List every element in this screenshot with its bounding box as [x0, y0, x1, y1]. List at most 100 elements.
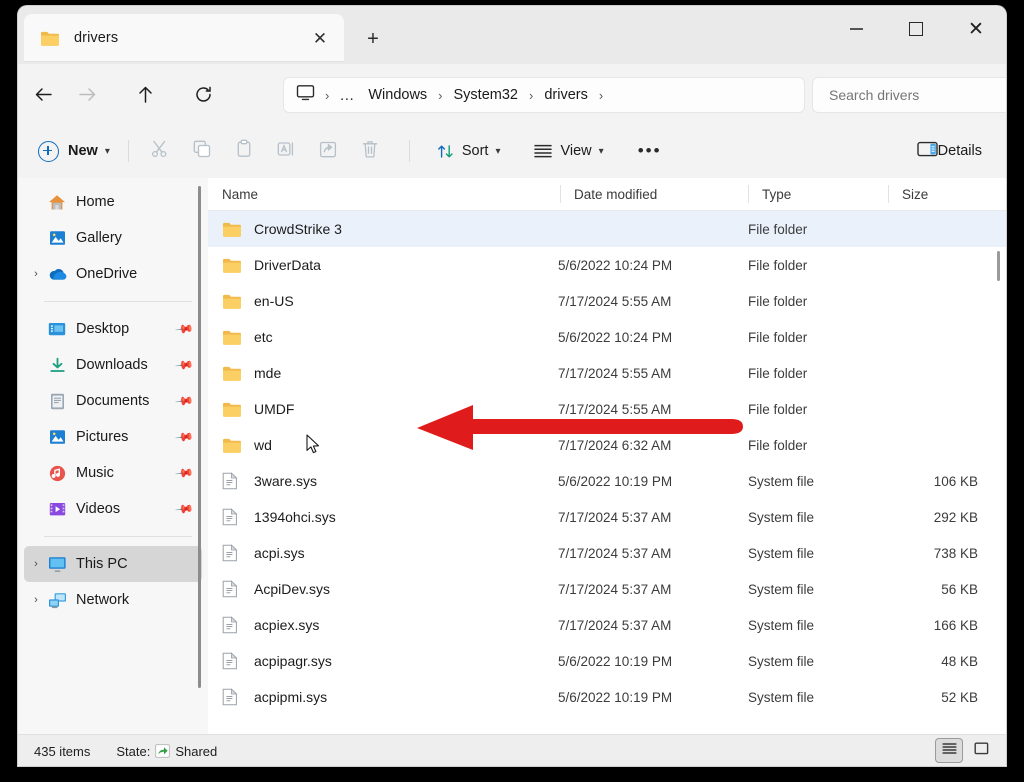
breadcrumb-separator-3[interactable]: ›	[525, 88, 537, 103]
column-divider[interactable]	[888, 185, 889, 203]
cut-button[interactable]	[139, 134, 181, 168]
sidebar-item-downloads[interactable]: › Downloads 📌	[24, 347, 202, 383]
file-name-cell: AcpiDev.sys	[222, 580, 562, 598]
delete-button[interactable]	[349, 134, 391, 168]
file-list-scrollbar-thumb[interactable]	[997, 251, 1000, 281]
file-name-cell: etc	[222, 328, 562, 346]
column-header-date-modified[interactable]: Date modified	[560, 178, 748, 210]
file-list-scrollbar[interactable]	[994, 211, 1004, 734]
paste-button[interactable]	[223, 134, 265, 168]
sidebar-item-network[interactable]: › Network	[24, 582, 202, 618]
table-row[interactable]: mde 7/17/2024 5:55 AM File folder	[208, 355, 1006, 391]
chevron-right-icon[interactable]: ›	[26, 594, 46, 606]
pin-icon[interactable]: 📌	[174, 499, 194, 519]
breadcrumb-overflow-button[interactable]: …	[333, 87, 361, 104]
new-button[interactable]: New ▾	[32, 134, 118, 168]
content-area: › Home ›	[18, 178, 1006, 734]
sidebar-item-desktop[interactable]: › Desktop 📌	[24, 311, 202, 347]
sidebar-item-videos[interactable]: › Videos 📌	[24, 491, 202, 527]
pictures-icon	[46, 428, 68, 446]
table-row[interactable]: UMDF 7/17/2024 5:55 AM File folder	[208, 391, 1006, 427]
breadcrumb-item-windows[interactable]: Windows	[361, 84, 434, 106]
sidebar-scrollbar[interactable]	[198, 186, 201, 688]
table-row[interactable]: DriverData 5/6/2022 10:24 PM File folder	[208, 247, 1006, 283]
file-name-label: acpi.sys	[254, 545, 305, 561]
sidebar-item-music[interactable]: › Music 📌	[24, 455, 202, 491]
view-button[interactable]: View ▾	[525, 134, 612, 168]
search-input[interactable]	[827, 86, 1001, 104]
file-name-cell: acpi.sys	[222, 544, 562, 562]
table-row[interactable]: 1394ohci.sys 7/17/2024 5:37 AM System file…	[208, 499, 1006, 535]
table-row[interactable]: acpipmi.sys 5/6/2022 10:19 PM System file 5…	[208, 679, 1006, 715]
table-row[interactable]: AcpiDev.sys 7/17/2024 5:37 AM System file 5…	[208, 571, 1006, 607]
sidebar-divider-2	[44, 536, 192, 537]
sidebar-item-gallery[interactable]: › Gallery	[24, 220, 202, 256]
column-header-name[interactable]: Name ⌃	[208, 178, 560, 210]
breadcrumb-separator-4[interactable]: ›	[595, 88, 607, 103]
table-row[interactable]: acpiex.sys 7/17/2024 5:37 AM System file 16…	[208, 607, 1006, 643]
breadcrumb-separator-2[interactable]: ›	[434, 88, 446, 103]
sidebar-item-this-pc[interactable]: › This PC	[24, 546, 202, 582]
rename-button[interactable]	[265, 134, 307, 168]
column-divider[interactable]	[560, 185, 561, 203]
close-window-button[interactable]: ✕	[946, 6, 1006, 52]
minimize-button[interactable]	[826, 6, 886, 52]
refresh-button[interactable]	[184, 77, 222, 111]
details-pane-button[interactable]: Details	[907, 134, 992, 168]
file-date-cell: 5/6/2022 10:19 PM	[558, 653, 673, 669]
folder-icon	[222, 328, 244, 346]
file-name-label: mde	[254, 365, 282, 381]
sidebar-item-home[interactable]: › Home	[24, 184, 202, 220]
chevron-down-icon: ▾	[104, 145, 110, 157]
chevron-right-icon[interactable]: ›	[26, 558, 46, 570]
tab-close-icon[interactable]: ✕	[308, 26, 332, 50]
table-row[interactable]: wd 7/17/2024 6:32 AM File folder	[208, 427, 1006, 463]
share-button[interactable]	[307, 134, 349, 168]
table-row[interactable]: acpipagr.sys 5/6/2022 10:19 PM System file…	[208, 643, 1006, 679]
back-button[interactable]	[24, 77, 62, 111]
column-divider[interactable]	[748, 185, 749, 203]
copy-button[interactable]	[181, 134, 223, 168]
pin-icon[interactable]: 📌	[174, 319, 194, 339]
file-name-cell: acpiex.sys	[222, 616, 562, 634]
breadcrumb-item-system32[interactable]: System32	[447, 84, 525, 106]
maximize-button[interactable]	[886, 6, 946, 52]
pin-icon[interactable]: 📌	[174, 355, 194, 375]
folder-icon	[222, 436, 244, 454]
table-row[interactable]: etc 5/6/2022 10:24 PM File folder	[208, 319, 1006, 355]
search-box[interactable]	[813, 78, 1006, 112]
file-name-label: en-US	[254, 293, 294, 309]
pin-icon[interactable]: 📌	[174, 391, 194, 411]
refresh-icon	[194, 85, 213, 104]
toolbar-divider	[127, 140, 129, 162]
sidebar-item-pictures[interactable]: › Pictures 📌	[24, 419, 202, 455]
file-type-cell: File folder	[748, 257, 808, 273]
column-header-type[interactable]: Type	[748, 178, 888, 210]
column-header-size[interactable]: Size	[888, 178, 988, 210]
table-row[interactable]: 3ware.sys 5/6/2022 10:19 PM System file 106…	[208, 463, 1006, 499]
back-arrow-icon	[34, 86, 53, 103]
pin-icon[interactable]: 📌	[174, 427, 194, 447]
home-icon	[46, 193, 68, 211]
details-view-button[interactable]	[936, 739, 962, 762]
breadcrumb-this-pc-button[interactable]	[284, 84, 321, 106]
sidebar-item-documents[interactable]: › Documents 📌	[24, 383, 202, 419]
breadcrumb-item-drivers[interactable]: drivers	[537, 84, 595, 106]
shared-icon	[155, 744, 171, 758]
chevron-down-icon: ▾	[598, 145, 604, 157]
file-name-cell: UMDF	[222, 400, 562, 418]
table-row[interactable]: acpi.sys 7/17/2024 5:37 AM System file 738 …	[208, 535, 1006, 571]
more-options-button[interactable]: •••	[629, 134, 671, 168]
up-button[interactable]	[126, 77, 164, 111]
large-icons-view-button[interactable]	[968, 739, 994, 762]
tab-drivers[interactable]: drivers ✕	[24, 14, 344, 62]
chevron-right-icon[interactable]: ›	[26, 268, 46, 280]
sort-button[interactable]: Sort ▾	[428, 134, 510, 168]
pin-icon[interactable]: 📌	[174, 463, 194, 483]
breadcrumb-separator-1[interactable]: ›	[321, 88, 333, 103]
table-row[interactable]: en-US 7/17/2024 5:55 AM File folder	[208, 283, 1006, 319]
table-row[interactable]: CrowdStrike 3 File folder	[208, 211, 1006, 247]
new-tab-button[interactable]: +	[358, 26, 388, 52]
sidebar-item-onedrive[interactable]: › OneDrive	[24, 256, 202, 292]
folder-icon	[40, 30, 60, 47]
